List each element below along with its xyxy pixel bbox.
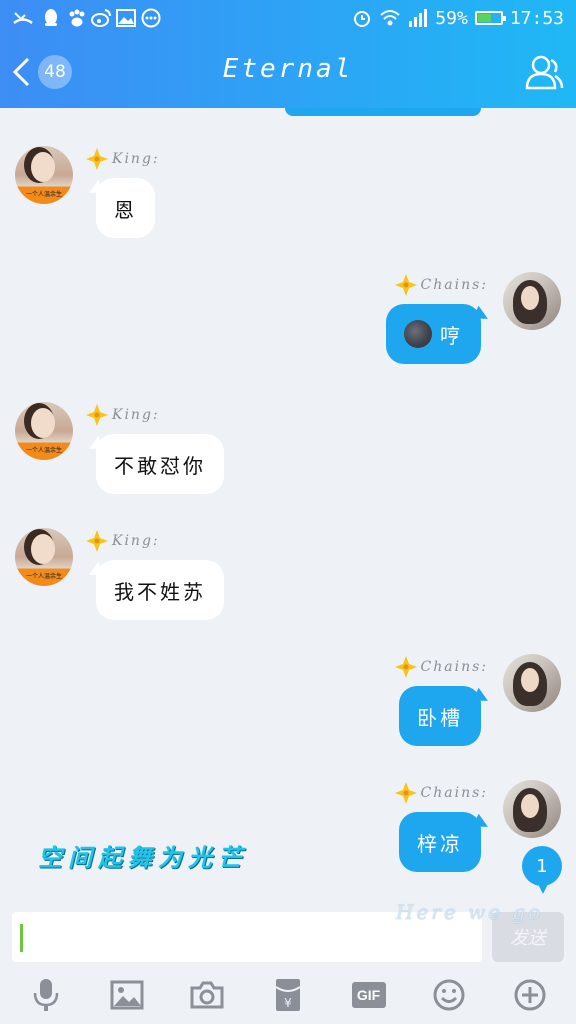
floating-unread-badge[interactable]: 1: [522, 846, 562, 894]
image-icon[interactable]: [107, 975, 147, 1015]
battery-icon: [474, 11, 506, 25]
message-bubble[interactable]: 梓凉: [399, 812, 481, 872]
overlay-float-text: Here we go: [396, 900, 544, 924]
weibo-icon: [91, 9, 111, 27]
new-moon-face-icon: [404, 320, 432, 348]
status-bar: 59% 17:53: [0, 0, 576, 36]
status-time: 17:53: [509, 7, 564, 29]
emoji-icon[interactable]: [429, 975, 469, 1015]
profile-icon[interactable]: [524, 52, 564, 92]
message-bubble[interactable]: 我不姓苏: [96, 560, 224, 620]
app-header: 59% 17:53 48 Eternal: [0, 0, 576, 108]
battery-percent: 59%: [435, 7, 468, 29]
alarm-icon: [354, 11, 371, 27]
chat-area[interactable]: 一个人温余生 King: 恩 Chains: 哼 一个人温余生 King: 不敢…: [0, 108, 576, 908]
star-badge-icon: [86, 530, 108, 552]
sender-name: Chains:: [394, 780, 488, 806]
more-dots-icon: [141, 8, 161, 28]
svg-text:¥: ¥: [284, 996, 292, 1010]
signal-icon: [409, 9, 428, 27]
avatar[interactable]: 一个人温余生: [15, 146, 73, 204]
message-bubble[interactable]: 不敢怼你: [96, 434, 224, 494]
avatar[interactable]: 一个人温余生: [15, 402, 73, 460]
text-cursor: [20, 924, 23, 952]
message-bubble[interactable]: 恩: [96, 178, 155, 238]
star-badge-icon: [394, 782, 417, 804]
overlay-decoration-text: 空间起舞为光芒: [38, 843, 248, 872]
sender-name: King:: [86, 402, 160, 428]
chat-title: Eternal: [222, 54, 354, 84]
message-bubble-partial: [285, 108, 481, 116]
camera-icon[interactable]: [187, 975, 227, 1015]
battery-fill: [477, 14, 491, 22]
status-right: 59% 17:53: [352, 4, 564, 32]
gallery-icon: [116, 9, 136, 27]
nav-bar: 48 Eternal: [0, 36, 576, 108]
avatar[interactable]: [503, 272, 561, 330]
avatar[interactable]: [503, 654, 561, 712]
star-badge-icon: [86, 148, 108, 170]
message-bubble[interactable]: 哼: [386, 304, 481, 364]
star-badge-icon: [394, 656, 417, 678]
message-bubble[interactable]: 卧槽: [399, 686, 481, 746]
paw-icon: [69, 9, 85, 27]
sender-name: Chains:: [394, 654, 488, 680]
microphone-icon[interactable]: [26, 975, 66, 1015]
red-packet-icon[interactable]: ¥: [268, 975, 308, 1015]
sender-name: King:: [86, 146, 160, 172]
qq-icon: [45, 9, 57, 26]
missed-call-icon: [13, 12, 33, 25]
sender-name: Chains:: [394, 272, 488, 298]
sender-name: King:: [86, 528, 160, 554]
avatar[interactable]: [503, 780, 561, 838]
input-toolbar: ¥ GIF: [0, 966, 576, 1024]
avatar[interactable]: 一个人温余生: [15, 528, 73, 586]
gif-icon[interactable]: GIF: [349, 975, 389, 1015]
star-badge-icon: [394, 274, 417, 296]
plus-icon[interactable]: [510, 975, 550, 1015]
star-badge-icon: [86, 404, 108, 426]
wifi-icon: [380, 10, 400, 26]
